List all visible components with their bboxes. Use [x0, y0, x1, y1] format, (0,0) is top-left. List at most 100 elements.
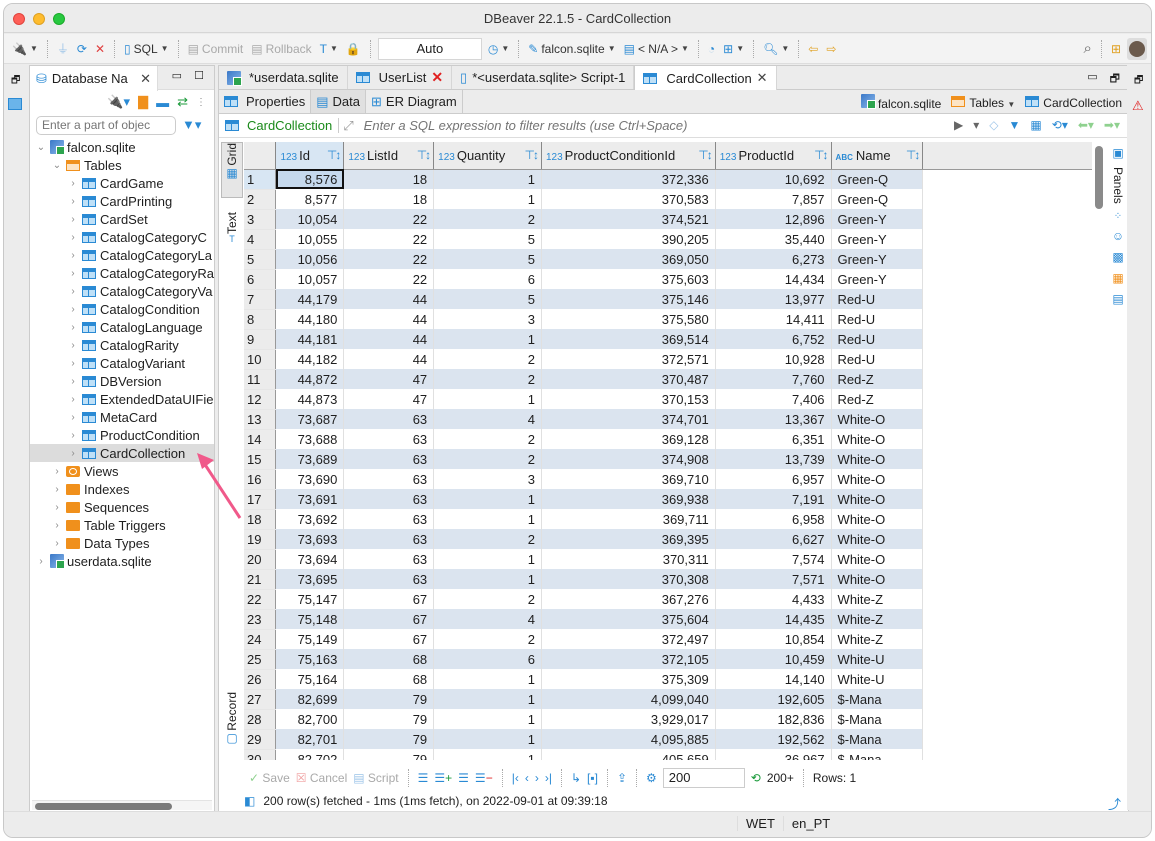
table-cell[interactable]: 7,760	[715, 369, 832, 389]
table-cell[interactable]: 7,191	[715, 489, 832, 509]
table-cell[interactable]: 374,521	[541, 209, 716, 229]
table-cell[interactable]: 1	[433, 389, 542, 409]
row-number[interactable]: 2	[244, 189, 277, 210]
table-cell[interactable]: 73,693	[275, 529, 345, 549]
table-cell[interactable]: 14,411	[715, 309, 832, 329]
table-cell[interactable]: White-Z	[831, 629, 924, 649]
row-number[interactable]: 15	[244, 449, 277, 470]
table-cell[interactable]: 370,583	[541, 189, 716, 209]
table-cell[interactable]: White-U	[831, 649, 924, 669]
table-cell[interactable]: 370,153	[541, 389, 716, 409]
table-cell[interactable]: 44	[343, 329, 435, 349]
table-cell[interactable]: 375,604	[541, 609, 716, 629]
tab-database-navigator[interactable]: ⛁ Database Na ✕	[30, 66, 158, 91]
column-header[interactable]: ABC Name ⊤↕	[831, 142, 924, 170]
new-folder-icon[interactable]: ▇	[138, 94, 148, 110]
table-cell[interactable]: 73,690	[275, 469, 345, 489]
table-cell[interactable]: 2	[433, 529, 542, 549]
row-number[interactable]: 18	[244, 509, 277, 530]
table-cell[interactable]: Red-U	[831, 349, 924, 369]
breadcrumb-entity[interactable]: CardCollection	[1025, 95, 1122, 110]
row-number[interactable]: 10	[244, 349, 277, 370]
export-icon[interactable]: ⇪	[617, 771, 627, 785]
tree-item[interactable]: › CatalogCategoryC	[30, 228, 214, 246]
chevron-down-icon[interactable]: ⌄	[52, 160, 62, 171]
first-page-icon[interactable]: |‹	[512, 771, 519, 785]
table-cell[interactable]: 370,308	[541, 569, 716, 589]
restore-icon[interactable]: 🗗	[11, 73, 28, 90]
table-row[interactable]: 4 10,055 22 5 390,205 35,440 Green-Y	[244, 229, 1092, 250]
table-row[interactable]: 10 44,182 44 2 372,571 10,928 Red-U	[244, 349, 1092, 370]
table-cell[interactable]: 1	[433, 189, 542, 209]
table-cell[interactable]: 44,179	[275, 289, 345, 309]
table-cell[interactable]: 6	[433, 649, 542, 669]
filter-sort-icon[interactable]: ⊤↕	[906, 148, 921, 162]
delete-row-icon[interactable]: ☰−	[475, 771, 493, 785]
chevron-right-icon[interactable]: ›	[68, 232, 78, 243]
table-row[interactable]: 17 73,691 63 1 369,938 7,191 White-O	[244, 489, 1092, 510]
back-button[interactable]: ⇦	[806, 38, 820, 60]
chevron-right-icon[interactable]: ›	[68, 268, 78, 279]
refresh-icon[interactable]: ⟲	[751, 771, 761, 785]
table-cell[interactable]: 5	[433, 229, 542, 249]
breadcrumb-folder[interactable]: Tables ▼	[951, 95, 1015, 110]
editor-tab[interactable]: *userdata.sqlite	[219, 66, 348, 89]
table-row[interactable]: 2 8,577 18 1 370,583 7,857 Green-Q	[244, 189, 1092, 210]
table-cell[interactable]: 47	[343, 389, 435, 409]
row-number[interactable]: 14	[244, 429, 277, 450]
grouping-icon[interactable]: ▩	[1112, 250, 1123, 264]
tree-item[interactable]: › CatalogCondition	[30, 300, 214, 318]
table-cell[interactable]: 6	[433, 269, 542, 289]
table-cell[interactable]: 10,692	[715, 169, 832, 189]
lock-button[interactable]: 🔒	[344, 38, 363, 60]
table-row[interactable]: 22 75,147 67 2 367,276 4,433 White-Z	[244, 589, 1092, 610]
restore-layout-icon[interactable]: ⤴	[1108, 794, 1122, 812]
row-number[interactable]: 8	[244, 309, 277, 330]
tree-item[interactable]: › CardGame	[30, 174, 214, 192]
filter-sort-icon[interactable]: ⊤↕	[525, 148, 540, 162]
table-row[interactable]: 20 73,694 63 1 370,311 7,574 White-O	[244, 549, 1092, 570]
table-cell[interactable]: 372,105	[541, 649, 716, 669]
table-cell[interactable]: Green-Y	[831, 229, 924, 249]
table-cell[interactable]: 374,701	[541, 409, 716, 429]
table-cell[interactable]: 7,857	[715, 189, 832, 209]
row-number[interactable]: 6	[244, 269, 277, 290]
breadcrumb-datasource[interactable]: falcon.sqlite	[860, 94, 941, 111]
close-icon[interactable]: ✕	[431, 69, 443, 86]
expand-icon[interactable]: ⤢	[343, 118, 353, 134]
table-cell[interactable]: 22	[343, 209, 435, 229]
table-cell[interactable]: 68	[343, 669, 435, 689]
table-cell[interactable]: 44,872	[275, 369, 345, 389]
table-cell[interactable]: 14,435	[715, 609, 832, 629]
datasource-selector[interactable]: ✎ falcon.sqlite ▼	[526, 38, 617, 60]
table-row[interactable]: 11 44,872 47 2 370,487 7,760 Red-Z	[244, 369, 1092, 390]
table-cell[interactable]: 192,605	[715, 689, 832, 709]
filter-sort-icon[interactable]: ⊤↕	[417, 148, 432, 162]
table-cell[interactable]: 10,854	[715, 629, 832, 649]
table-cell[interactable]: 63	[343, 509, 435, 529]
commit-button[interactable]: ▤ Commit	[186, 38, 246, 60]
row-number[interactable]: 29	[244, 729, 277, 750]
row-number[interactable]: 4	[244, 229, 277, 250]
table-row[interactable]: 29 82,701 79 1 4,095,885 192,562 $-Mana	[244, 729, 1092, 750]
table-cell[interactable]: White-U	[831, 669, 924, 689]
table-cell[interactable]: Red-U	[831, 329, 924, 349]
table-cell[interactable]: 79	[343, 729, 435, 749]
table-cell[interactable]: 18	[343, 169, 435, 189]
row-number[interactable]: 5	[244, 249, 277, 270]
table-cell[interactable]: 75,163	[275, 649, 345, 669]
last-page-icon[interactable]: ›|	[545, 771, 552, 785]
tree-item[interactable]: › CatalogCategoryRa	[30, 264, 214, 282]
table-cell[interactable]: 82,701	[275, 729, 345, 749]
table-cell[interactable]: 82,702	[275, 749, 345, 760]
table-cell[interactable]: 192,562	[715, 729, 832, 749]
gear-icon[interactable]: ⚙	[646, 771, 657, 785]
table-row[interactable]: 30 82,702 79 1 405,659 36,967 $-Mana	[244, 749, 1092, 760]
table-row[interactable]: 26 75,164 68 1 375,309 14,140 White-U	[244, 669, 1092, 690]
reconnect-button[interactable]: ⟳	[75, 38, 89, 60]
tree-item[interactable]: › CatalogRarity	[30, 336, 214, 354]
save-button[interactable]: ✓ Save	[249, 771, 290, 785]
table-cell[interactable]: 6,273	[715, 249, 832, 269]
table-cell[interactable]: 1	[433, 569, 542, 589]
table-cell[interactable]: $-Mana	[831, 729, 924, 749]
